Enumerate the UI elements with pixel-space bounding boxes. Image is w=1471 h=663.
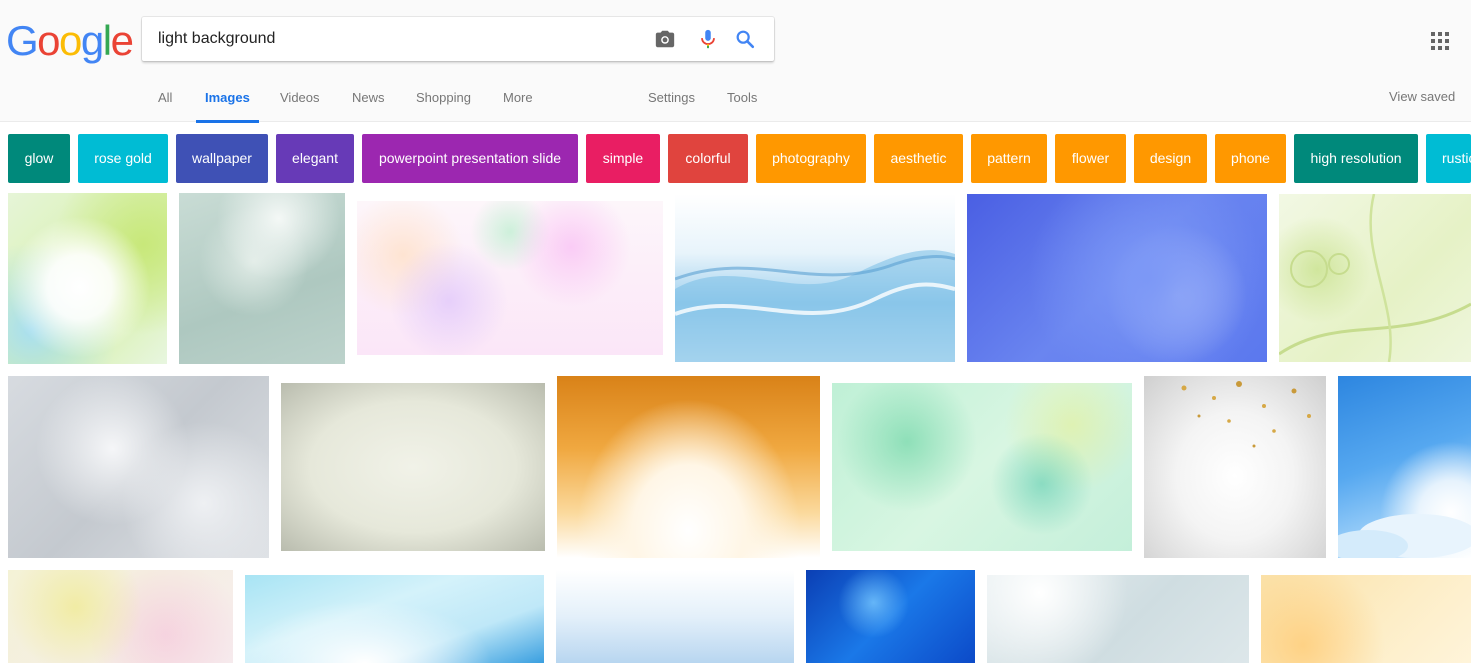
image-result[interactable] [556,570,794,663]
logo-letter: o [37,17,60,64]
search-input[interactable] [158,27,628,51]
tab-videos[interactable]: Videos [280,90,320,120]
chip-wallpaper[interactable]: wallpaper [176,134,268,183]
logo-letter: g [80,17,104,64]
image-result[interactable] [8,193,167,364]
view-saved-link[interactable]: View saved [1389,89,1455,119]
search-icon[interactable] [734,28,756,50]
image-result[interactable] [832,383,1132,551]
chip-powerpoint-presentation-slide[interactable]: powerpoint presentation slide [362,134,578,183]
logo-letter: l [102,17,112,64]
image-result[interactable] [1338,376,1471,558]
chip-high-resolution[interactable]: high resolution [1294,134,1418,183]
google-logo[interactable]: Google [6,17,134,64]
logo-letter: o [59,17,82,64]
tab-all[interactable]: All [158,90,172,120]
image-result[interactable] [557,376,820,558]
tab-images[interactable]: Images [196,90,259,123]
chip-simple[interactable]: simple [586,134,660,183]
chip-pattern[interactable]: pattern [971,134,1047,183]
mic-icon[interactable] [697,28,719,50]
chip-design[interactable]: design [1134,134,1207,183]
image-result[interactable] [1261,575,1471,663]
logo-letter: G [6,17,39,64]
chip-elegant[interactable]: elegant [276,134,354,183]
tab-tools[interactable]: Tools [727,90,757,120]
chip-colorful[interactable]: colorful [668,134,748,183]
image-result[interactable] [806,570,975,663]
chip-rustic[interactable]: rustic [1426,134,1471,183]
image-result[interactable] [245,575,544,663]
image-result[interactable] [357,201,663,355]
search-box [142,17,774,61]
image-result[interactable] [1144,376,1326,558]
apps-grid-icon[interactable] [1431,32,1449,50]
image-result[interactable] [281,383,545,551]
chip-photography[interactable]: photography [756,134,866,183]
image-result[interactable] [987,575,1249,663]
chip-aesthetic[interactable]: aesthetic [874,134,963,183]
chip-rose-gold[interactable]: rose gold [78,134,168,183]
image-result[interactable] [675,194,955,362]
image-result[interactable] [967,194,1267,362]
image-result[interactable] [1279,194,1471,362]
chip-flower[interactable]: flower [1055,134,1126,183]
tab-more[interactable]: More [503,90,533,120]
logo-letter: e [110,17,134,64]
tab-shopping[interactable]: Shopping [416,90,471,120]
tab-settings[interactable]: Settings [648,90,695,120]
tab-news[interactable]: News [352,90,385,120]
image-result[interactable] [179,193,345,364]
camera-icon[interactable] [654,28,676,50]
image-result[interactable] [8,376,269,558]
search-tabs: All Images Videos News Shopping More Set… [0,80,1471,123]
chip-glow[interactable]: glow [8,134,70,183]
chip-phone[interactable]: phone [1215,134,1286,183]
image-result[interactable] [8,570,233,663]
header-bar: Google All Images Videos News Shopping M… [0,0,1471,123]
